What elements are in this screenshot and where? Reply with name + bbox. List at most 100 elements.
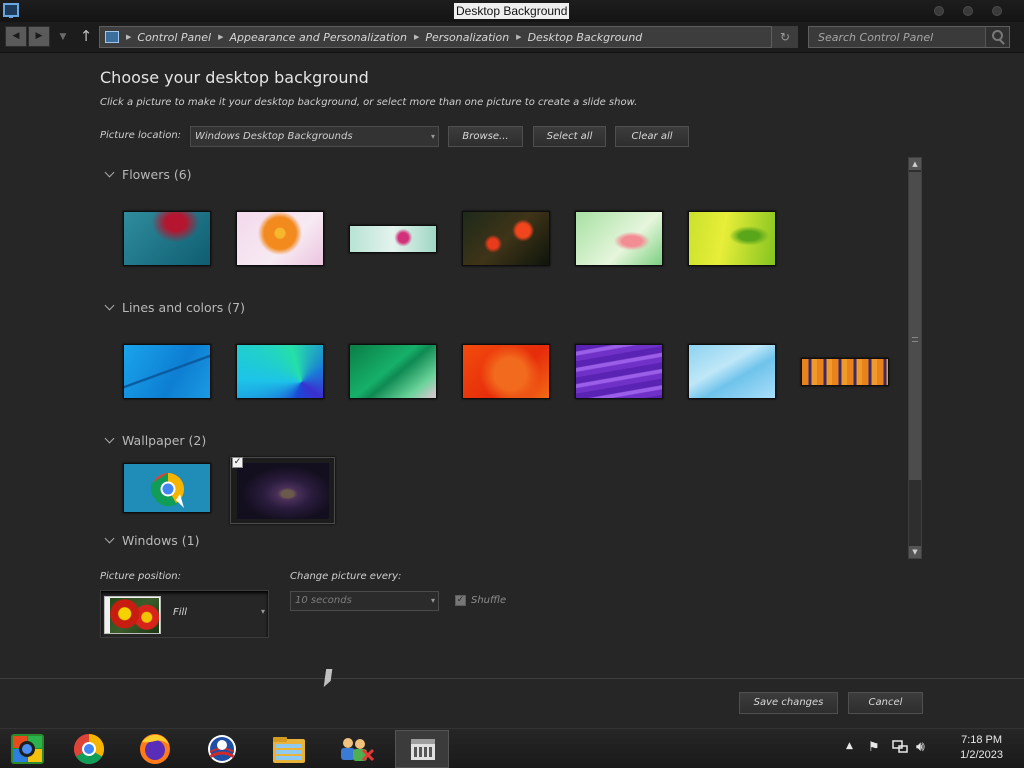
- recent-pages-button[interactable]: ▼: [56, 27, 70, 47]
- chevron-down-icon: [104, 433, 115, 444]
- chevron-right-icon[interactable]: ▶: [126, 33, 131, 41]
- group-header-flowers[interactable]: Flowers (6): [104, 167, 192, 182]
- picture-position-dropdown[interactable]: Fill ▾: [100, 590, 269, 638]
- chevron-right-icon[interactable]: ▶: [218, 33, 223, 41]
- breadcrumb-control-panel[interactable]: Control Panel: [137, 31, 211, 44]
- search-icon[interactable]: [985, 27, 1009, 47]
- breadcrumb[interactable]: ▶ Control Panel ▶ Appearance and Persona…: [99, 26, 798, 48]
- group-header-wallpaper[interactable]: Wallpaper (2): [104, 433, 207, 448]
- wallpaper-thumbnail[interactable]: [801, 358, 889, 386]
- cancel-button[interactable]: Cancel: [848, 692, 923, 714]
- triangle-up-icon: ▲: [912, 160, 918, 168]
- chevron-down-icon: [104, 533, 115, 544]
- taskbar-file-explorer[interactable]: [262, 730, 316, 768]
- search-box[interactable]: [808, 26, 1010, 48]
- wallpaper-thumbnail[interactable]: [236, 211, 324, 266]
- start-button[interactable]: [0, 730, 54, 768]
- browse-button[interactable]: Browse...: [448, 126, 523, 147]
- shuffle-label: Shuffle: [471, 595, 507, 606]
- maximize-button[interactable]: [963, 6, 973, 16]
- group-header-lines-and-colors[interactable]: Lines and colors (7): [104, 300, 245, 315]
- scroll-down-button[interactable]: ▼: [909, 546, 921, 558]
- picture-gallery: Flowers (6) Lines and colors (7) Wallpap…: [100, 158, 908, 558]
- taskbar-obama-logo[interactable]: [195, 730, 249, 768]
- mouse-cursor-icon: [323, 669, 333, 687]
- gallery-scrollbar[interactable]: ▲ ▼: [908, 157, 922, 559]
- checkmark-icon: ✓: [455, 595, 466, 606]
- wallpaper-thumbnail[interactable]: [688, 344, 776, 399]
- wallpaper-thumbnail[interactable]: [462, 211, 550, 266]
- wallpaper-thumbnail[interactable]: [688, 211, 776, 266]
- chevron-up-icon: ▲: [846, 741, 853, 751]
- window-title: Desktop Background: [454, 3, 570, 19]
- close-button[interactable]: [992, 6, 1002, 16]
- grip-icon: [912, 337, 918, 342]
- wallpaper-thumbnail[interactable]: [462, 344, 550, 399]
- select-all-button[interactable]: Select all: [533, 126, 606, 147]
- show-hidden-icons-button[interactable]: ▲: [846, 741, 853, 751]
- picture-location-dropdown[interactable]: Windows Desktop Backgrounds ▾: [190, 126, 439, 147]
- group-header-windows[interactable]: Windows (1): [104, 533, 200, 548]
- shuffle-checkbox[interactable]: ✓ Shuffle: [455, 595, 506, 606]
- forward-arrow-icon: ▶: [35, 31, 43, 41]
- network-icon[interactable]: [892, 740, 908, 757]
- forward-button[interactable]: ▶: [28, 26, 50, 47]
- control-panel-icon: [411, 739, 435, 760]
- change-picture-value: 10 seconds: [295, 595, 352, 606]
- group-title: Wallpaper (2): [122, 433, 207, 448]
- breadcrumb-desktop-background[interactable]: Desktop Background: [528, 31, 643, 44]
- save-changes-button[interactable]: Save changes: [739, 692, 838, 714]
- chevron-down-icon: ▼: [59, 32, 67, 42]
- volume-icon[interactable]: 🔊︎: [916, 739, 925, 755]
- divider: [0, 678, 1024, 679]
- action-center-icon[interactable]: ⚑: [868, 740, 880, 755]
- wallpaper-thumbnail[interactable]: [349, 225, 437, 253]
- scrollbar-thumb[interactable]: [909, 172, 921, 480]
- scroll-up-button[interactable]: ▲: [909, 158, 921, 170]
- wallpaper-thumbnail[interactable]: [123, 344, 211, 399]
- taskbar-network-users[interactable]: [328, 730, 382, 768]
- picture-location-label: Picture location:: [100, 130, 182, 141]
- chevron-right-icon[interactable]: ▶: [516, 33, 521, 41]
- wallpaper-thumbnail[interactable]: [123, 463, 211, 513]
- refresh-icon: ↻: [779, 30, 791, 44]
- picture-location-value: Windows Desktop Backgrounds: [195, 131, 353, 142]
- clock[interactable]: 7:18 PM 1/2/2023: [960, 733, 1003, 763]
- chevron-down-icon: ▾: [430, 132, 435, 141]
- wallpaper-thumbnail[interactable]: [349, 344, 437, 399]
- network-status-graphic: [892, 740, 908, 753]
- breadcrumb-appearance[interactable]: Appearance and Personalization: [229, 31, 407, 44]
- clock-time: 7:18 PM: [961, 734, 1003, 746]
- wallpaper-thumbnail[interactable]: [575, 211, 663, 266]
- refresh-button[interactable]: ↻: [771, 26, 798, 48]
- back-button[interactable]: ◀: [5, 26, 27, 47]
- title-bar: Desktop Background: [0, 0, 1024, 22]
- wallpaper-thumbnail-selected[interactable]: [230, 457, 335, 524]
- position-preview: [104, 596, 161, 634]
- taskbar-control-panel[interactable]: [395, 730, 449, 768]
- group-title: Windows (1): [122, 533, 200, 548]
- taskbar-firefox[interactable]: [128, 730, 182, 768]
- wallpaper-image: [237, 463, 329, 519]
- change-picture-interval-dropdown[interactable]: 10 seconds ▾: [290, 591, 439, 611]
- wallpaper-thumbnail[interactable]: [123, 211, 211, 266]
- checkmark-icon: ✓: [233, 457, 242, 467]
- chevron-down-icon: ▾: [430, 596, 435, 605]
- search-input[interactable]: [809, 27, 985, 47]
- up-button[interactable]: ↑: [77, 26, 95, 46]
- taskbar-chrome[interactable]: [62, 730, 116, 768]
- wallpaper-thumbnail[interactable]: [575, 344, 663, 399]
- obama-logo-icon: [208, 735, 236, 763]
- page-description: Click a picture to make it your desktop …: [100, 97, 638, 108]
- chevron-down-icon: ▾: [260, 607, 265, 616]
- divider: [0, 52, 1024, 53]
- change-picture-label: Change picture every:: [290, 571, 402, 582]
- wallpaper-checkbox[interactable]: ✓: [232, 457, 243, 468]
- clear-all-button[interactable]: Clear all: [615, 126, 689, 147]
- breadcrumb-personalization[interactable]: Personalization: [425, 31, 509, 44]
- chevron-right-icon[interactable]: ▶: [414, 33, 419, 41]
- back-arrow-icon: ◀: [12, 31, 20, 41]
- wallpaper-thumbnail[interactable]: [236, 344, 324, 399]
- minimize-button[interactable]: [934, 6, 944, 16]
- start-orb-icon: [11, 734, 44, 764]
